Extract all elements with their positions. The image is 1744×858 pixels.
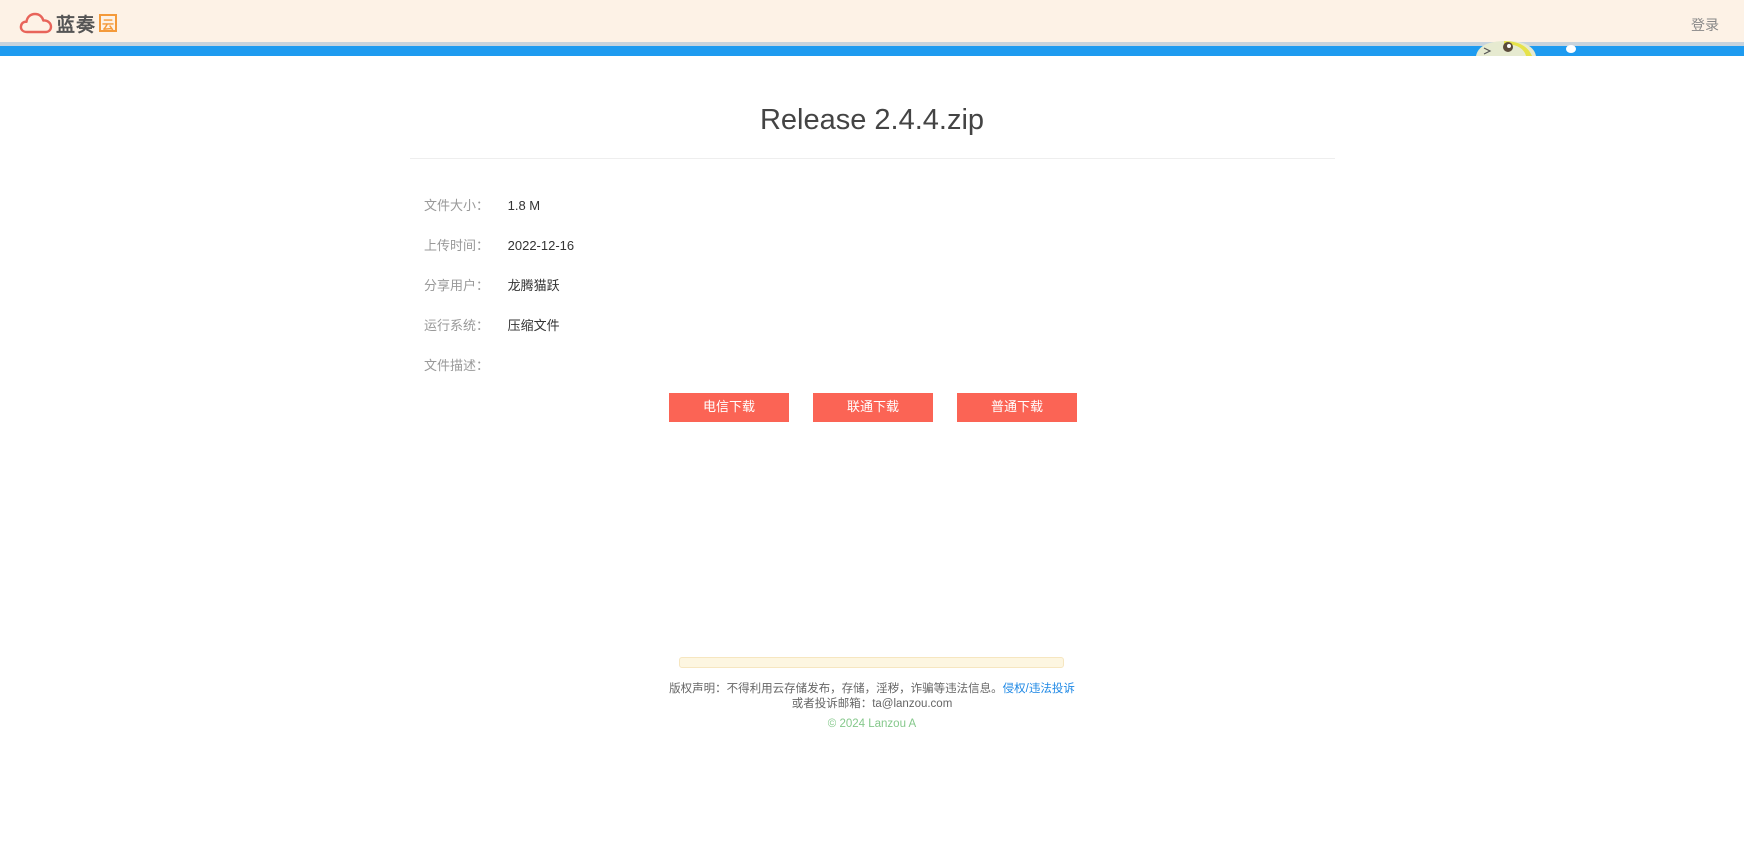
info-value: 2022-12-16 [507,238,575,253]
site-logo[interactable]: 蓝奏 云 [19,10,118,36]
logo-text: 蓝奏 [56,13,97,36]
notice-text: 版权声明：不得利用云存储发布，存储，淫秽，诈骗等违法信息。 [669,683,1003,695]
copyright-text: © 2024 Lanzou A [827,718,917,730]
info-value: 压缩文件 [507,318,560,333]
info-value: 龙腾猫跃 [507,278,560,293]
unicom-download-button[interactable]: 联通下载 [813,393,933,422]
logo-badge: 云 [99,14,118,32]
info-value: 1.8 M [507,198,541,213]
info-label: 运行系统： [424,318,490,333]
info-label: 分享用户： [424,278,490,293]
file-title: Release 2.4.4.zip [759,104,985,136]
info-row-upload-time: 上传时间： 2022-12-16 [424,236,574,256]
title-divider [410,158,1335,159]
mascot-illustration [1466,38,1586,61]
cloud-icon [19,11,53,35]
info-label: 文件大小： [424,198,490,213]
login-link[interactable]: 登录 [1691,15,1719,35]
report-link[interactable]: 侵权/违法投诉 [1003,683,1075,695]
copyright-notice: 版权声明：不得利用云存储发布，存储，淫秽，诈骗等违法信息。侵权/违法投诉 [0,680,1744,696]
info-row-size: 文件大小： 1.8 M [424,196,540,216]
info-label: 上传时间： [424,238,490,253]
notice-bar [679,657,1064,668]
normal-download-button[interactable]: 普通下载 [957,393,1077,422]
telecom-download-button[interactable]: 电信下载 [669,393,789,422]
info-row-description: 文件描述： [424,356,508,376]
info-row-system: 运行系统： 压缩文件 [424,316,560,336]
info-row-share-user: 分享用户： 龙腾猫跃 [424,276,560,296]
info-label: 文件描述： [424,358,490,373]
complaint-email-line: 或者投诉邮箱：ta@lanzou.com [791,698,953,710]
